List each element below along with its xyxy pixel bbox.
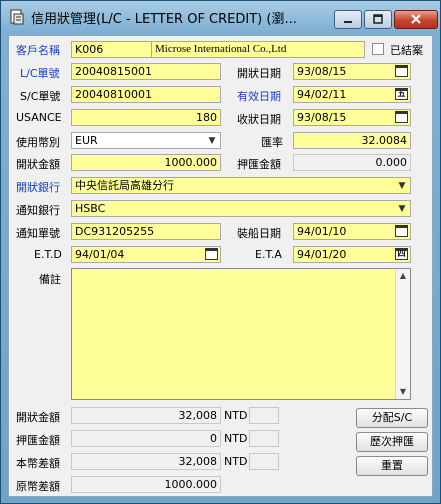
- allocate-sc-button[interactable]: 分配S/C: [356, 408, 428, 428]
- ship-date-field[interactable]: 94/01/10: [293, 223, 411, 240]
- nego-amount-field: 0.000: [293, 154, 411, 171]
- receive-date-value: 93/08/15: [297, 111, 347, 124]
- customer-label: 客戶名稱: [16, 44, 60, 57]
- summary-unit: NTD: [224, 455, 248, 468]
- open-bank-value: 中央信託局高雄分行: [75, 179, 174, 192]
- summary-local-diff-field: 32,008: [71, 453, 221, 470]
- advise-bank-value: HSBC: [75, 202, 106, 215]
- sc-no-label: S/C單號: [20, 90, 61, 103]
- chevron-down-icon[interactable]: ▼: [396, 203, 408, 215]
- memo-textarea[interactable]: ▲ ▼: [71, 268, 411, 400]
- lc-no-label: L/C單號: [20, 67, 60, 80]
- negotiation-history-button[interactable]: 歷次押匯: [356, 432, 428, 452]
- open-date-field[interactable]: 93/08/15: [293, 63, 411, 80]
- form-panel: 客戶名稱 K006 Microse International Co.,Ltd …: [8, 35, 433, 497]
- closed-label: 已結案: [390, 44, 423, 57]
- receive-date-label: 收狀日期: [237, 113, 281, 126]
- calendar-icon[interactable]: [395, 65, 408, 77]
- summary-blank: [249, 453, 279, 470]
- calendar-icon[interactable]: 四: [395, 248, 408, 260]
- scroll-up-icon[interactable]: ▲: [396, 269, 410, 283]
- summary-blank: [249, 407, 279, 424]
- currency-value: EUR: [75, 134, 98, 147]
- summary-unit: NTD: [224, 409, 248, 422]
- memo-scrollbar[interactable]: ▲ ▼: [395, 269, 410, 399]
- maximize-button[interactable]: [364, 10, 392, 29]
- etd-field[interactable]: 94/01/04: [71, 246, 221, 263]
- receive-date-field[interactable]: 93/08/15: [293, 109, 411, 126]
- ship-date-label: 裝船日期: [237, 227, 281, 240]
- valid-date-label: 有效日期: [237, 90, 281, 103]
- customer-code-field[interactable]: K006: [71, 41, 153, 58]
- open-date-label: 開狀日期: [237, 67, 281, 80]
- summary-orig-diff-label: 原幣差額: [16, 480, 60, 493]
- chevron-down-icon[interactable]: ▼: [206, 135, 218, 147]
- maximize-icon: [373, 14, 383, 24]
- valid-date-value: 94/02/11: [297, 88, 347, 101]
- valid-date-field[interactable]: 94/02/11 五: [293, 86, 411, 103]
- summary-orig-diff-field: 1000.000: [71, 476, 221, 493]
- sc-no-field[interactable]: 20040810001: [71, 86, 221, 103]
- ship-date-value: 94/01/10: [297, 225, 347, 238]
- calendar-icon[interactable]: [395, 111, 408, 123]
- advise-bank-select[interactable]: HSBC ▼: [71, 200, 411, 217]
- eta-value: 94/01/20: [297, 248, 347, 261]
- etd-value: 94/01/04: [75, 248, 125, 261]
- memo-label: 備註: [39, 273, 61, 286]
- usance-label: USANCE: [16, 111, 62, 124]
- etd-label: E.T.D: [34, 248, 62, 261]
- summary-blank: [249, 430, 279, 447]
- close-icon: [411, 14, 421, 24]
- open-bank-select[interactable]: 中央信託局高雄分行 ▼: [71, 177, 411, 194]
- summary-local-diff-label: 本幣差額: [16, 457, 60, 470]
- calendar-icon[interactable]: [205, 248, 218, 260]
- customer-name-field[interactable]: Microse International Co.,Ltd: [151, 41, 365, 58]
- open-date-value: 93/08/15: [297, 65, 347, 78]
- minimize-button[interactable]: [334, 10, 362, 29]
- summary-open-amount-label: 開狀金額: [16, 411, 60, 424]
- calendar-icon[interactable]: [395, 225, 408, 237]
- summary-nego-amount-label: 押匯金額: [16, 434, 60, 447]
- advise-no-label: 通知單號: [16, 227, 60, 240]
- currency-label: 使用幣別: [16, 136, 60, 149]
- chevron-down-icon[interactable]: ▼: [396, 180, 408, 192]
- reset-button[interactable]: 重置: [356, 456, 428, 476]
- rate-label: 匯率: [261, 136, 283, 149]
- rate-field[interactable]: 32.0084: [293, 132, 411, 149]
- currency-select[interactable]: EUR ▼: [71, 132, 221, 149]
- open-bank-label: 開狀銀行: [16, 181, 60, 194]
- open-amount-label: 開狀金額: [16, 158, 60, 171]
- summary-nego-amount-field: 0: [71, 430, 221, 447]
- eta-label: E.T.A: [255, 248, 282, 261]
- title-bar[interactable]: 信用狀管理(L/C - LETTER OF CREDIT) (瀏...: [1, 1, 440, 31]
- nego-amount-label: 押匯金額: [237, 158, 281, 171]
- summary-open-amount-field: 32,008: [71, 407, 221, 424]
- usance-field[interactable]: 180: [71, 109, 221, 126]
- summary-unit: NTD: [224, 432, 248, 445]
- document-icon: [10, 9, 24, 25]
- minimize-icon: [344, 21, 352, 23]
- app-window: 信用狀管理(L/C - LETTER OF CREDIT) (瀏... 客戶名稱…: [0, 0, 441, 504]
- open-amount-field[interactable]: 1000.000: [71, 154, 221, 171]
- advise-no-field[interactable]: DC931205255: [71, 223, 221, 240]
- calendar-icon[interactable]: 五: [395, 88, 408, 100]
- eta-field[interactable]: 94/01/20 四: [293, 246, 411, 263]
- close-button[interactable]: [394, 10, 438, 29]
- closed-checkbox[interactable]: [372, 43, 384, 55]
- lc-no-field[interactable]: 20040815001: [71, 63, 221, 80]
- scroll-down-icon[interactable]: ▼: [396, 385, 410, 399]
- window-title: 信用狀管理(L/C - LETTER OF CREDIT) (瀏...: [31, 12, 297, 27]
- advise-bank-label: 通知銀行: [16, 204, 60, 217]
